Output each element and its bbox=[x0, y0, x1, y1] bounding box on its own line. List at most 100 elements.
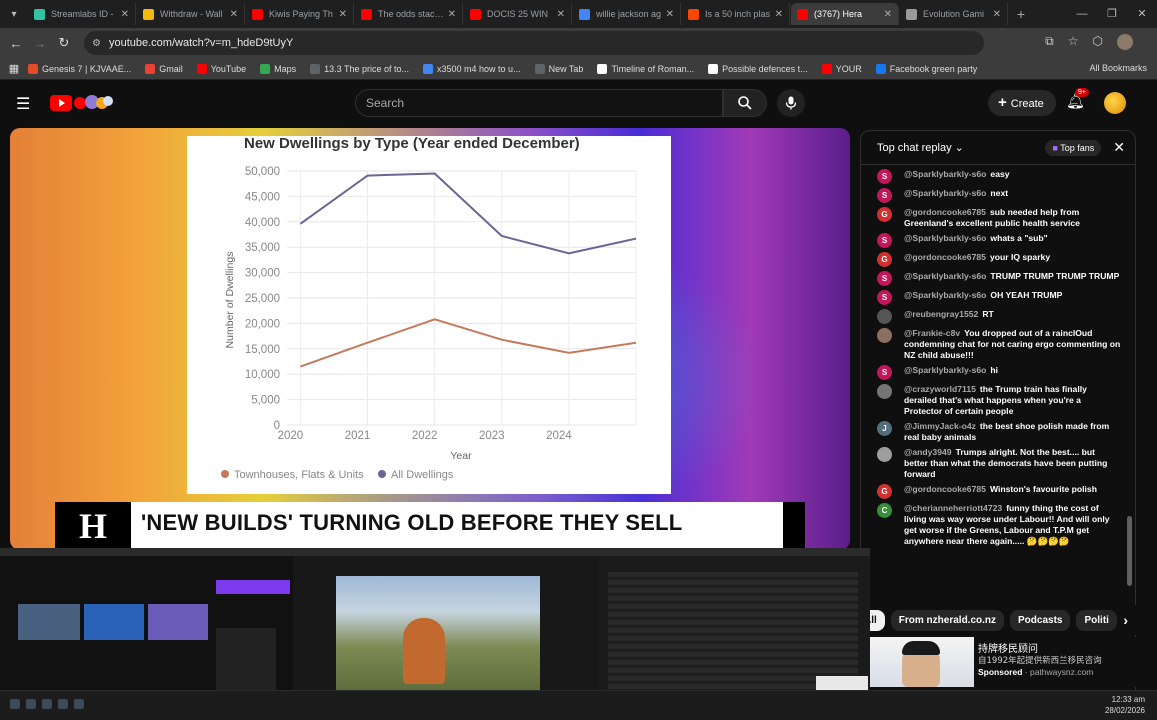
chat-author-avatar[interactable]: S bbox=[877, 233, 892, 248]
chat-author[interactable]: @JimmyJack-o4z bbox=[904, 421, 976, 431]
bookmark-item[interactable]: 13.3 The price of to... bbox=[310, 63, 409, 74]
chat-message[interactable]: @reubengray1552 RT bbox=[861, 309, 1135, 324]
browser-tab[interactable]: The odds stacke ✕ bbox=[355, 3, 463, 25]
tab-search-icon[interactable]: ▾ bbox=[0, 0, 28, 28]
tab-close-icon[interactable]: ✕ bbox=[884, 9, 892, 20]
chat-message[interactable]: @crazyworld7115 the Trump train has final… bbox=[861, 384, 1135, 417]
chat-author[interactable]: @gordoncooke6785 bbox=[904, 252, 986, 262]
site-info-icon[interactable]: ⚙ bbox=[92, 38, 101, 49]
account-avatar[interactable] bbox=[1104, 92, 1126, 114]
chat-author[interactable]: @cherianneherriott4723 bbox=[904, 503, 1002, 513]
tab-close-icon[interactable]: ✕ bbox=[448, 9, 456, 20]
chat-message[interactable]: S @Sparklybarkly-s6o hi bbox=[861, 365, 1135, 380]
bookmark-item[interactable]: YOUR bbox=[821, 63, 862, 74]
close-window-icon[interactable]: ✕ bbox=[1127, 0, 1157, 28]
chat-message[interactable]: S @Sparklybarkly-s6o next bbox=[861, 188, 1135, 203]
taskbar-app-icon[interactable] bbox=[42, 699, 52, 709]
chat-author-avatar[interactable]: G bbox=[877, 207, 892, 222]
new-tab-button[interactable]: + bbox=[1009, 6, 1033, 22]
chat-author-avatar[interactable]: S bbox=[877, 169, 892, 184]
chat-message[interactable]: @andy3949 Trumps alright. Not the best...… bbox=[861, 447, 1135, 480]
search-input[interactable]: Search bbox=[355, 89, 723, 117]
chat-message[interactable]: C @cherianneherriott4723 funny thing the c… bbox=[861, 503, 1135, 547]
browser-tab[interactable]: willie jackson ag ✕ bbox=[573, 3, 681, 25]
window-preview-spreadsheet[interactable] bbox=[598, 548, 870, 710]
chat-author-avatar[interactable] bbox=[877, 447, 892, 462]
chat-message[interactable]: G @gordoncooke6785 Winston's favourite pol… bbox=[861, 484, 1135, 499]
chat-author[interactable]: @crazyworld7115 bbox=[904, 384, 976, 394]
chat-author-avatar[interactable]: S bbox=[877, 271, 892, 286]
browser-tab[interactable]: Withdraw - Wall ✕ bbox=[137, 3, 245, 25]
top-fans-button[interactable]: ■ Top fans bbox=[1045, 139, 1102, 156]
tab-close-icon[interactable]: ✕ bbox=[557, 9, 565, 20]
chat-author[interactable]: @Sparklybarkly-s6o bbox=[904, 290, 986, 300]
chat-author-avatar[interactable]: S bbox=[877, 290, 892, 305]
chat-message[interactable]: S @Sparklybarkly-s6o TRUMP TRUMP TRUMP TRU… bbox=[861, 271, 1135, 286]
chat-author-avatar[interactable]: S bbox=[877, 188, 892, 203]
chat-author[interactable]: @Sparklybarkly-s6o bbox=[904, 169, 986, 179]
chat-author[interactable]: @Sparklybarkly-s6o bbox=[904, 188, 986, 198]
bookmark-item[interactable]: Facebook green party bbox=[875, 63, 977, 74]
create-button[interactable]: + Create bbox=[988, 90, 1056, 116]
tab-close-icon[interactable]: ✕ bbox=[993, 9, 1001, 20]
back-icon[interactable]: ← bbox=[4, 36, 28, 51]
chat-author[interactable]: @Sparklybarkly-s6o bbox=[904, 233, 986, 243]
chat-author-avatar[interactable]: C bbox=[877, 503, 892, 518]
omnibox[interactable]: ⚙ youtube.com/watch?v=m_hdeD9tUyY bbox=[84, 31, 984, 55]
tab-close-icon[interactable]: ✕ bbox=[666, 9, 674, 20]
chat-author-avatar[interactable] bbox=[877, 309, 892, 324]
bookmark-item[interactable]: Gmail bbox=[145, 63, 183, 74]
bookmark-item[interactable]: Possible defences t... bbox=[708, 63, 808, 74]
bookmark-item[interactable]: Timeline of Roman... bbox=[597, 63, 694, 74]
chat-message[interactable]: S @Sparklybarkly-s6o easy bbox=[861, 169, 1135, 184]
chat-scrollbar-thumb[interactable] bbox=[1127, 516, 1132, 586]
taskbar-app-icon[interactable] bbox=[10, 699, 20, 709]
taskbar-app-icon[interactable] bbox=[58, 699, 68, 709]
taskbar-app-icon[interactable] bbox=[26, 699, 36, 709]
chat-author[interactable]: @reubengray1552 bbox=[904, 309, 978, 319]
reload-icon[interactable]: ↻ bbox=[52, 35, 76, 51]
window-preview-youtube[interactable] bbox=[0, 548, 293, 710]
bookmark-item[interactable]: New Tab bbox=[534, 63, 583, 74]
chat-message[interactable]: G @gordoncooke6785 your IQ sparky bbox=[861, 252, 1135, 267]
system-clock[interactable]: 12:33 am 28/02/2026 bbox=[1105, 694, 1145, 716]
browser-tab[interactable]: Kiwis Paying Th ✕ bbox=[246, 3, 354, 25]
window-preview-video[interactable] bbox=[293, 548, 598, 710]
filter-chip[interactable]: Politi bbox=[1076, 609, 1117, 631]
chat-message[interactable]: S @Sparklybarkly-s6o whats a "sub" bbox=[861, 233, 1135, 248]
chat-author-avatar[interactable]: G bbox=[877, 484, 892, 499]
chat-author[interactable]: @andy3949 bbox=[904, 447, 952, 457]
minimize-icon[interactable]: — bbox=[1067, 0, 1097, 28]
menu-icon[interactable]: ☰ bbox=[16, 94, 30, 114]
chat-author[interactable]: @gordoncooke6785 bbox=[904, 207, 986, 217]
chat-author-avatar[interactable] bbox=[877, 328, 892, 343]
install-icon[interactable]: ⧉ bbox=[1045, 34, 1054, 50]
chat-author-avatar[interactable]: S bbox=[877, 365, 892, 380]
browser-tab[interactable]: Is a 50 inch plas ✕ bbox=[682, 3, 790, 25]
maximize-icon[interactable]: ❐ bbox=[1097, 0, 1127, 28]
chat-author[interactable]: @Frankie-c8v bbox=[904, 328, 960, 338]
chat-author[interactable]: @Sparklybarkly-s6o bbox=[904, 271, 986, 281]
chat-author-avatar[interactable] bbox=[877, 384, 892, 399]
chat-mode-dropdown[interactable]: Top chat replay ⌄ bbox=[877, 141, 1045, 154]
tab-close-icon[interactable]: ✕ bbox=[339, 9, 347, 20]
chat-author-avatar[interactable]: G bbox=[877, 252, 892, 267]
browser-tab[interactable]: Streamlabs ID - ✕ bbox=[28, 3, 136, 25]
bookmark-item[interactable]: Genesis 7 | KJVAAE... bbox=[28, 63, 131, 74]
browser-tab[interactable]: DOCIS 25 WIN ✕ bbox=[464, 3, 572, 25]
tab-close-icon[interactable]: ✕ bbox=[230, 9, 238, 20]
filter-chip[interactable]: Podcasts bbox=[1010, 609, 1071, 631]
chat-author[interactable]: @Sparklybarkly-s6o bbox=[904, 365, 986, 375]
tab-close-icon[interactable]: ✕ bbox=[121, 9, 129, 20]
chat-author[interactable]: @gordoncooke6785 bbox=[904, 484, 986, 494]
profile-avatar[interactable] bbox=[1117, 34, 1133, 50]
tab-close-icon[interactable]: ✕ bbox=[775, 9, 783, 20]
close-chat-icon[interactable]: ✕ bbox=[1113, 139, 1125, 156]
bookmark-star-icon[interactable]: ☆ bbox=[1068, 34, 1079, 50]
apps-grid-icon[interactable]: ▦ bbox=[0, 62, 28, 75]
chat-message[interactable]: @Frankie-c8v You dropped out of a rainclO… bbox=[861, 328, 1135, 361]
chat-author-avatar[interactable]: J bbox=[877, 421, 892, 436]
browser-tab[interactable]: Evolution Gami ✕ bbox=[900, 3, 1008, 25]
voice-search-button[interactable] bbox=[777, 89, 805, 117]
extensions-icon[interactable]: ⬡ bbox=[1093, 34, 1103, 50]
